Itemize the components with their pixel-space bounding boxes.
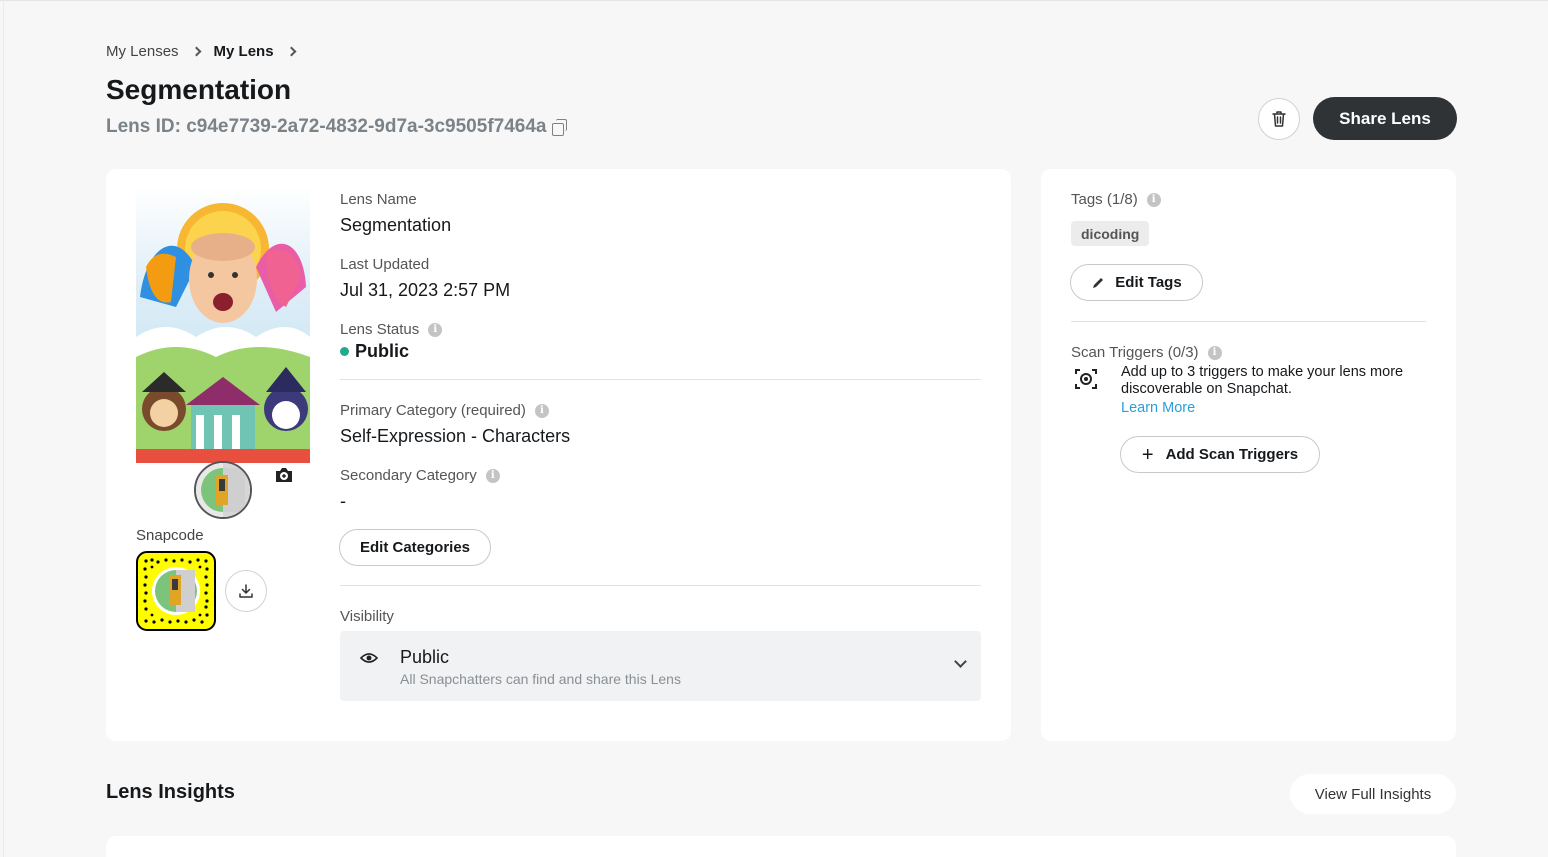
tags-title: Tags (1/8) i <box>1071 191 1161 208</box>
scan-triggers-description: Add up to 3 triggers to make your lens m… <box>1121 364 1404 397</box>
divider <box>1071 321 1426 322</box>
eye-icon <box>360 653 378 663</box>
tags-title-text: Tags (1/8) <box>1071 191 1138 208</box>
download-icon <box>239 584 253 598</box>
edit-tags-label: Edit Tags <box>1115 274 1182 291</box>
primary-category-label-text: Primary Category (required) <box>340 402 526 419</box>
breadcrumb: My Lenses My Lens <box>106 43 309 60</box>
status-dot <box>340 347 349 356</box>
edit-tags-button[interactable]: Edit Tags <box>1070 264 1203 301</box>
lens-icon-avatar <box>194 461 252 519</box>
copy-icon[interactable] <box>552 119 568 136</box>
secondary-category-label: Secondary Category i <box>340 467 500 484</box>
divider <box>340 379 981 380</box>
secondary-category-value: - <box>340 491 346 511</box>
scan-icon <box>1075 369 1097 389</box>
breadcrumb-my-lens[interactable]: My Lens <box>214 43 274 60</box>
learn-more-link[interactable]: Learn More <box>1121 400 1195 416</box>
download-snapcode-button[interactable] <box>225 570 267 612</box>
info-icon[interactable]: i <box>428 322 443 337</box>
add-scan-triggers-button[interactable]: + Add Scan Triggers <box>1120 436 1320 473</box>
primary-category-label: Primary Category (required) i <box>340 402 549 419</box>
last-updated-value: Jul 31, 2023 2:57 PM <box>340 280 511 300</box>
share-lens-button[interactable]: Share Lens <box>1313 97 1457 140</box>
info-icon[interactable]: i <box>534 403 549 418</box>
visibility-selected: Public <box>400 647 450 667</box>
visibility-select[interactable]: Public All Snapchatters can find and sha… <box>340 631 981 701</box>
lens-id: Lens ID: c94e7739-2a72-4832-9d7a-3c9505f… <box>106 116 568 138</box>
last-updated-label-text: Last Updated <box>340 256 430 273</box>
visibility-description: All Snapchatters can find and share this… <box>400 671 681 687</box>
divider <box>340 585 981 586</box>
chevron-down-icon <box>954 655 967 668</box>
delete-lens-button[interactable] <box>1258 98 1300 140</box>
info-icon[interactable]: i <box>1207 345 1222 360</box>
edit-categories-button[interactable]: Edit Categories <box>339 529 491 566</box>
status-badge: Public <box>340 341 409 362</box>
info-icon[interactable]: i <box>485 468 500 483</box>
lens-status-label-text: Lens Status <box>340 321 420 338</box>
lens-name-label-text: Lens Name <box>340 191 417 208</box>
snapcode-label: Snapcode <box>136 527 204 544</box>
lens-name-value: Segmentation <box>340 215 452 235</box>
primary-category-value: Self-Expression - Characters <box>340 426 571 446</box>
tag-chip: dicoding <box>1071 221 1150 246</box>
lens-status-label: Lens Status i <box>340 321 443 338</box>
view-full-insights-button[interactable]: View Full Insights <box>1290 774 1456 814</box>
lens-name-label: Lens Name <box>340 191 417 208</box>
visibility-label: Visibility <box>340 608 394 625</box>
camera-icon[interactable] <box>275 467 293 488</box>
status-text: Public <box>355 341 410 361</box>
scan-triggers-title-text: Scan Triggers (0/3) <box>1071 344 1199 361</box>
top-border <box>0 0 1548 1</box>
page-title: Segmentation <box>106 74 292 105</box>
visibility-label-text: Visibility <box>340 608 394 625</box>
pencil-icon <box>1093 277 1104 288</box>
lens-preview-image <box>136 187 310 463</box>
info-icon[interactable]: i <box>1146 192 1161 207</box>
chevron-right-icon <box>286 46 297 57</box>
trash-icon <box>1272 111 1286 127</box>
chevron-right-icon <box>191 46 201 57</box>
snapcode-image <box>136 551 216 631</box>
tags-card: Tags (1/8) i dicoding Edit Tags Scan Tri… <box>1041 169 1456 741</box>
lens-id-text: Lens ID: c94e7739-2a72-4832-9d7a-3c9505f… <box>106 116 547 137</box>
breadcrumb-my-lenses[interactable]: My Lenses <box>106 43 179 60</box>
left-border <box>3 0 4 857</box>
scan-triggers-title: Scan Triggers (0/3) i <box>1071 344 1222 361</box>
insights-card <box>106 836 1456 857</box>
last-updated-label: Last Updated <box>340 256 429 273</box>
add-scan-triggers-label: Add Scan Triggers <box>1165 446 1299 463</box>
lens-details-card: Snapcode Lens Name Segmentation Last Upd… <box>106 169 1011 741</box>
lens-insights-title: Lens Insights <box>106 781 235 803</box>
plus-icon: + <box>1141 443 1154 466</box>
secondary-category-label-text: Secondary Category <box>340 467 477 484</box>
